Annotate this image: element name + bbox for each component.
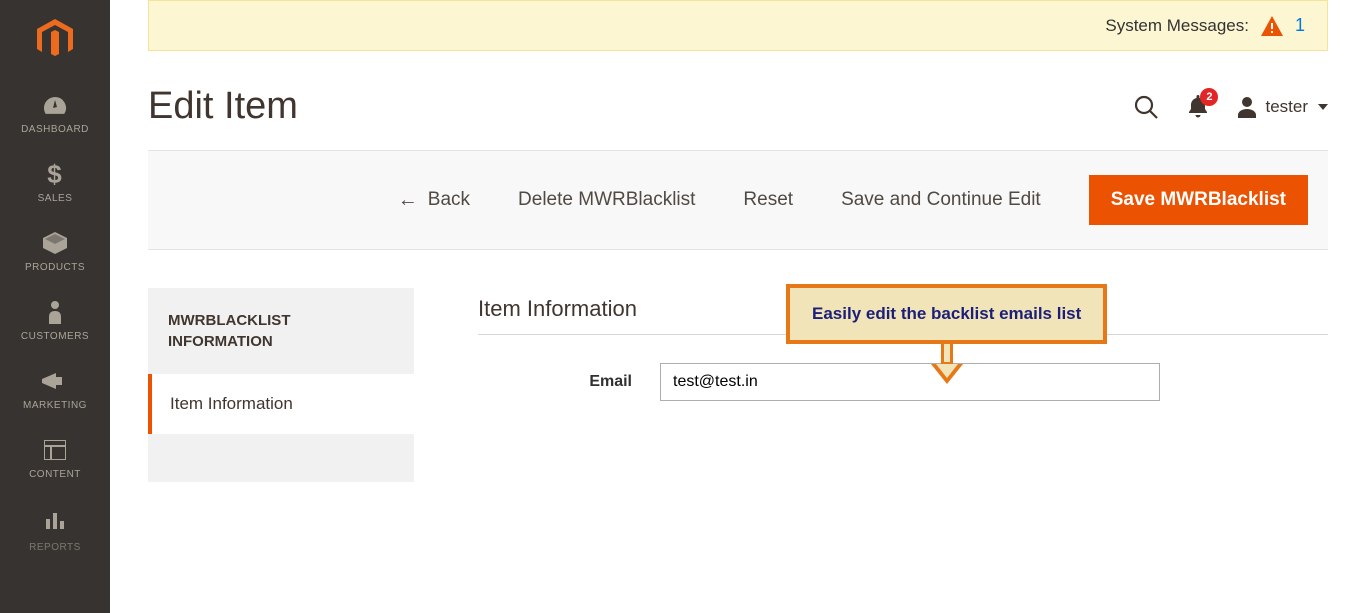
user-icon <box>1237 96 1257 118</box>
cube-icon <box>41 230 69 256</box>
nav-dashboard[interactable]: DASHBOARD <box>0 78 110 147</box>
header-tools: 2 tester <box>1133 94 1328 120</box>
save-button[interactable]: Save MWRBlacklist <box>1089 175 1308 225</box>
side-tabs-heading: MWRBLACKLIST INFORMATION <box>148 288 414 374</box>
dollar-icon: $ <box>41 161 69 187</box>
chevron-down-icon <box>1318 104 1328 110</box>
notifications-button[interactable]: 2 <box>1187 95 1209 119</box>
system-messages-label: System Messages: <box>1105 16 1249 36</box>
nav-label: PRODUCTS <box>25 262 85 273</box>
bars-icon <box>41 506 69 532</box>
nav-products[interactable]: PRODUCTS <box>0 216 110 285</box>
nav-label: MARKETING <box>23 400 87 411</box>
search-icon <box>1133 94 1159 120</box>
email-label: Email <box>478 373 632 391</box>
save-continue-button[interactable]: Save and Continue Edit <box>841 189 1041 211</box>
nav-sales[interactable]: $ SALES <box>0 147 110 216</box>
dashboard-icon <box>41 92 69 118</box>
nav-label: DASHBOARD <box>21 124 89 135</box>
action-bar: ← Back Delete MWRBlacklist Reset Save an… <box>148 150 1328 250</box>
nav-marketing[interactable]: MARKETING <box>0 354 110 423</box>
nav-label: CONTENT <box>29 469 81 480</box>
side-tab-spacer <box>148 434 414 482</box>
back-label: Back <box>428 189 470 211</box>
megaphone-icon <box>41 368 69 394</box>
callout-text: Easily edit the backlist emails list <box>786 284 1107 344</box>
person-icon <box>41 299 69 325</box>
notification-badge: 2 <box>1200 88 1218 106</box>
main-area: System Messages: 1 Edit Item 2 tester <box>110 0 1366 613</box>
nav-label: REPORTS <box>29 542 81 553</box>
svg-text:$: $ <box>47 161 62 187</box>
layout-icon <box>41 437 69 463</box>
content-row: MWRBLACKLIST INFORMATION Item Informatio… <box>110 250 1366 482</box>
delete-button[interactable]: Delete MWRBlacklist <box>518 189 695 211</box>
callout-arrow-icon <box>786 342 1107 386</box>
nav-customers[interactable]: CUSTOMERS <box>0 285 110 354</box>
side-tabs-panel: MWRBLACKLIST INFORMATION Item Informatio… <box>148 288 414 482</box>
page-header: Edit Item 2 tester <box>110 51 1366 150</box>
nav-label: CUSTOMERS <box>21 331 89 342</box>
magento-logo[interactable] <box>0 0 110 78</box>
reset-button[interactable]: Reset <box>743 189 793 211</box>
nav-reports[interactable]: REPORTS <box>0 492 110 553</box>
search-button[interactable] <box>1133 94 1159 120</box>
user-menu[interactable]: tester <box>1237 96 1328 118</box>
user-name: tester <box>1265 97 1308 117</box>
admin-sidebar: DASHBOARD $ SALES PRODUCTS CUSTOMERS MAR… <box>0 0 110 613</box>
back-button[interactable]: ← Back <box>398 189 470 212</box>
system-messages-count[interactable]: 1 <box>1295 15 1305 36</box>
side-tab-item-info[interactable]: Item Information <box>148 374 414 434</box>
warning-icon <box>1261 16 1283 36</box>
system-messages-bar: System Messages: 1 <box>148 0 1328 51</box>
page-title: Edit Item <box>148 85 298 128</box>
annotation-callout: Easily edit the backlist emails list <box>786 284 1107 386</box>
nav-label: SALES <box>38 193 73 204</box>
arrow-left-icon: ← <box>398 189 418 212</box>
nav-content[interactable]: CONTENT <box>0 423 110 492</box>
